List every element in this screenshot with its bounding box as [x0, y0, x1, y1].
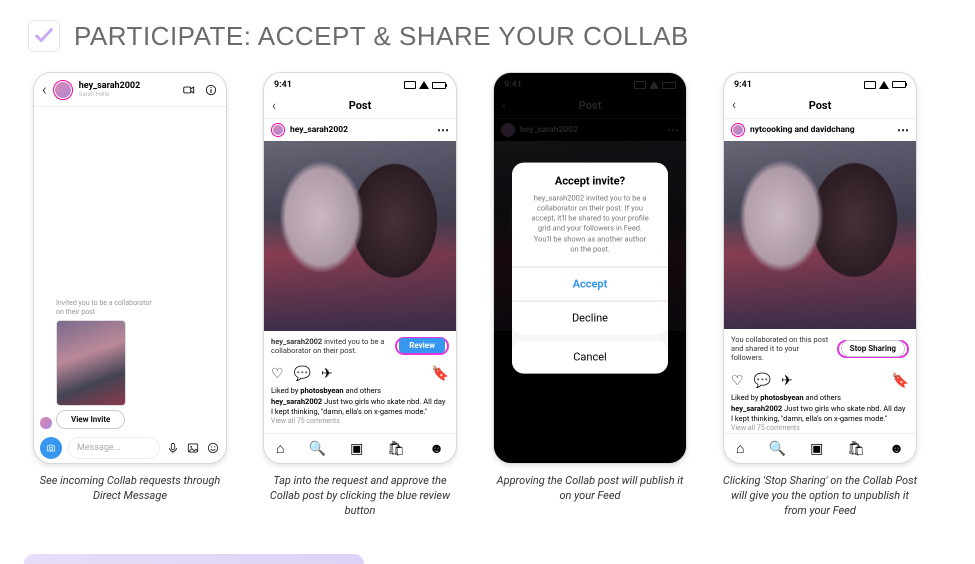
- view-comments[interactable]: View all 75 comments: [724, 423, 916, 433]
- nav-title: Post: [809, 99, 832, 112]
- avatar: [40, 417, 52, 429]
- info-icon[interactable]: [204, 83, 218, 97]
- signal-icon: [864, 81, 876, 89]
- phones-row: ‹ hey_sarah2002 Sarah Hello Invited you …: [0, 72, 975, 519]
- comment-icon[interactable]: 💬: [294, 366, 311, 382]
- likes-line[interactable]: Liked by photosbyean and others: [264, 386, 456, 396]
- like-icon[interactable]: ♡: [271, 366, 284, 382]
- tab-reels-icon[interactable]: ▣: [350, 441, 363, 457]
- modal-cancel-button[interactable]: Cancel: [512, 340, 668, 373]
- share-icon[interactable]: ✈: [321, 366, 333, 382]
- caption-2: Tap into the request and approve the Col…: [260, 474, 460, 519]
- phone-review: 9:41 ‹ Post hey_sarah2002 ⋯ hey_sarah200…: [263, 72, 457, 464]
- post-username[interactable]: hey_sarah2002: [290, 125, 348, 135]
- dm-body: Invited you to be a collaborator on thei…: [34, 107, 226, 433]
- tab-bar: ⌂ 🔍 ▣ 🛍 ☻: [264, 433, 456, 463]
- collab-banner: You collaborated on this post and shared…: [724, 329, 916, 369]
- post-header: nytcooking and davidchang ⋯: [724, 119, 916, 141]
- tab-home-icon[interactable]: ⌂: [276, 440, 284, 457]
- tab-profile-icon[interactable]: ☻: [429, 440, 444, 457]
- caption-3: Approving the Collab post will publish i…: [490, 474, 690, 504]
- modal-decline-button[interactable]: Decline: [512, 300, 668, 334]
- back-icon[interactable]: ‹: [42, 80, 47, 99]
- back-icon[interactable]: ‹: [272, 98, 276, 114]
- avatar[interactable]: [271, 123, 285, 137]
- post-actions: ♡ 💬 ✈ 🔖: [724, 369, 916, 393]
- photo-icon[interactable]: [186, 441, 200, 455]
- footer-decoration: [24, 554, 364, 564]
- modal-accept-button[interactable]: Accept: [512, 266, 668, 300]
- phone-dm: ‹ hey_sarah2002 Sarah Hello Invited you …: [33, 72, 227, 464]
- check-icon: [28, 20, 60, 52]
- banner-text: hey_sarah2002 invited you to be a collab…: [271, 337, 389, 356]
- dm-subtitle: Sarah Hello: [79, 91, 140, 98]
- caption-line: hey_sarah2002 Just two girls who skate n…: [264, 396, 456, 417]
- more-icon[interactable]: ⋯: [437, 123, 449, 137]
- accept-modal: Accept invite? hey_sarah2002 invited you…: [512, 163, 668, 374]
- nav-bar: ‹ Post: [724, 93, 916, 119]
- back-icon[interactable]: ‹: [732, 97, 736, 113]
- post-header: hey_sarah2002 ⋯: [264, 119, 456, 141]
- video-icon[interactable]: [182, 83, 196, 97]
- caption-1: See incoming Collab requests through Dir…: [30, 474, 230, 504]
- post-username[interactable]: nytcooking and davidchang: [750, 125, 855, 135]
- view-invite-button[interactable]: View Invite: [56, 410, 125, 429]
- phone-stop: 9:41 ‹ Post nytcooking and davidchang ⋯ …: [723, 72, 917, 464]
- phone-modal: 9:41 ‹Post hey_sarah2002⋯ Accept invite?…: [493, 72, 687, 464]
- tab-search-icon[interactable]: 🔍: [309, 441, 326, 457]
- share-icon[interactable]: ✈: [781, 373, 793, 389]
- caption-4: Clicking 'Stop Sharing' on the Collab Po…: [720, 474, 920, 519]
- post-image[interactable]: [724, 141, 916, 329]
- bookmark-icon[interactable]: 🔖: [892, 373, 909, 389]
- mic-icon[interactable]: [166, 441, 180, 455]
- more-icon[interactable]: ⋯: [897, 123, 909, 137]
- sticker-icon[interactable]: [206, 441, 220, 455]
- dm-invite-text: Invited you to be a collaborator on thei…: [56, 299, 156, 316]
- comment-icon[interactable]: 💬: [754, 373, 771, 389]
- nav-bar: ‹ Post: [264, 93, 456, 119]
- bookmark-icon[interactable]: 🔖: [432, 366, 449, 382]
- camera-icon[interactable]: [40, 437, 62, 459]
- modal-body: hey_sarah2002 invited you to be a collab…: [524, 194, 656, 263]
- like-icon[interactable]: ♡: [731, 373, 744, 389]
- view-comments[interactable]: View all 75 comments: [264, 416, 456, 426]
- page-title: PARTICIPATE: ACCEPT & SHARE YOUR COLLAB: [74, 21, 689, 52]
- avatar[interactable]: [53, 80, 73, 100]
- status-bar: 9:41: [264, 73, 456, 93]
- avatar[interactable]: [731, 123, 745, 137]
- highlight-ring: Stop Sharing: [837, 340, 909, 358]
- review-button[interactable]: Review: [399, 338, 445, 353]
- likes-line[interactable]: Liked by photosbyean and others: [724, 393, 916, 403]
- highlight-ring: Review: [395, 337, 449, 355]
- message-input[interactable]: Message...: [68, 437, 160, 459]
- tab-bar: ⌂ 🔍 ▣ 🛍 ☻: [724, 433, 916, 463]
- battery-icon: [432, 82, 446, 89]
- tab-reels-icon[interactable]: ▣: [810, 441, 823, 457]
- tab-shop-icon[interactable]: 🛍: [387, 441, 405, 457]
- status-bar: 9:41: [724, 73, 916, 93]
- modal-title: Accept invite?: [524, 175, 656, 188]
- tab-profile-icon[interactable]: ☻: [889, 440, 904, 457]
- wifi-icon: [419, 81, 429, 89]
- header-row: PARTICIPATE: ACCEPT & SHARE YOUR COLLAB: [0, 0, 975, 72]
- signal-icon: [404, 81, 416, 89]
- invite-banner: hey_sarah2002 invited you to be a collab…: [264, 331, 456, 362]
- nav-title: Post: [349, 99, 372, 112]
- banner-text: You collaborated on this post and shared…: [731, 335, 831, 363]
- tab-search-icon[interactable]: 🔍: [769, 441, 786, 457]
- dm-username[interactable]: hey_sarah2002: [79, 81, 140, 91]
- status-time: 9:41: [274, 80, 292, 90]
- post-image[interactable]: [264, 141, 456, 331]
- dm-header: ‹ hey_sarah2002 Sarah Hello: [34, 73, 226, 107]
- caption-line: hey_sarah2002 Just two girls who skate n…: [724, 403, 916, 424]
- status-time: 9:41: [734, 80, 752, 90]
- tab-home-icon[interactable]: ⌂: [736, 440, 744, 457]
- post-actions: ♡ 💬 ✈ 🔖: [264, 362, 456, 386]
- battery-icon: [892, 81, 906, 88]
- stop-sharing-button[interactable]: Stop Sharing: [841, 340, 905, 357]
- tab-shop-icon[interactable]: 🛍: [847, 441, 865, 457]
- dm-input-row: Message...: [34, 433, 226, 463]
- wifi-icon: [879, 81, 889, 89]
- dm-thumbnail[interactable]: [56, 320, 126, 406]
